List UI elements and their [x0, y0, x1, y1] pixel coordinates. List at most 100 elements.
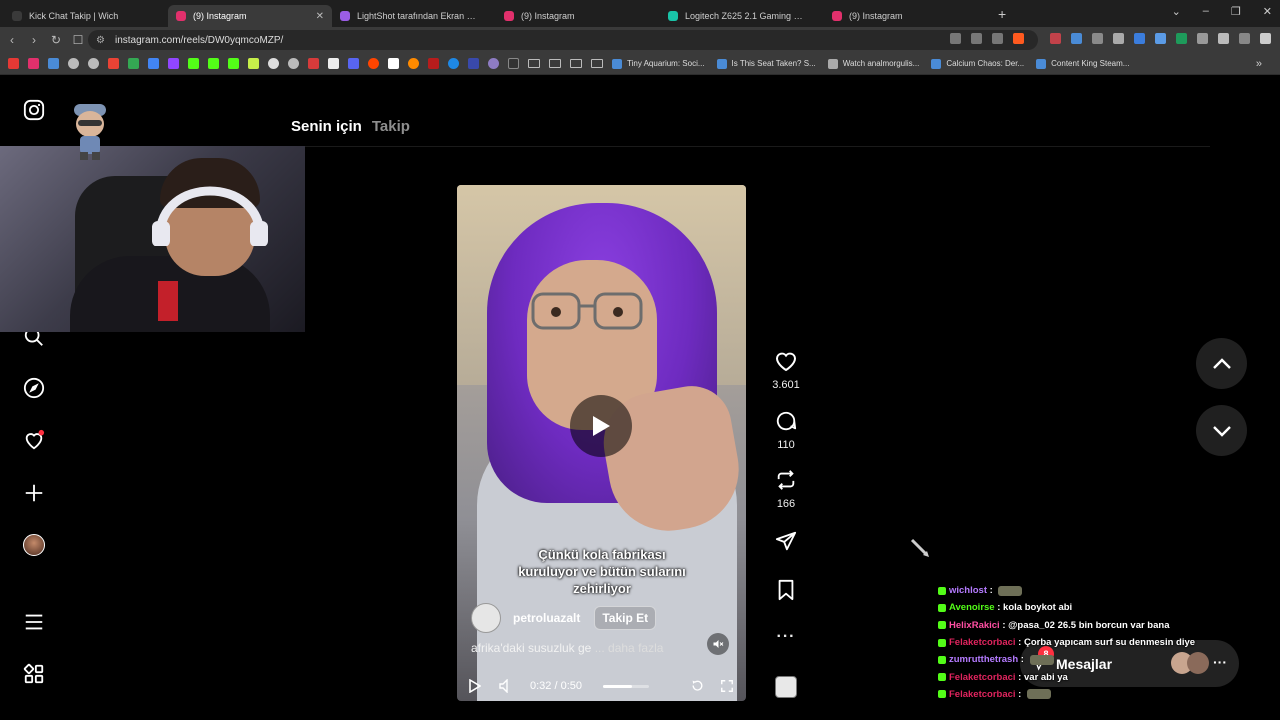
mute-button[interactable] — [707, 633, 729, 655]
chat-emote-icon — [1029, 654, 1054, 665]
bookmark-item[interactable]: Tiny Aquarium: Soci... — [612, 58, 705, 69]
more-menu-icon[interactable] — [22, 610, 46, 634]
brave-shield-icon[interactable] — [1013, 33, 1024, 44]
create-plus-icon[interactable] — [22, 481, 46, 505]
bookmark-favicon[interactable] — [68, 58, 79, 69]
forward-icon[interactable]: › — [24, 33, 44, 47]
minimize-button[interactable]: – — [1203, 5, 1209, 18]
new-tab-button[interactable]: + — [998, 6, 1006, 22]
browser-tab[interactable]: (9) Instagram ✕ — [168, 5, 332, 27]
browser-tab[interactable]: (9) Instagram — [824, 5, 988, 27]
bookmark-favicon[interactable] — [328, 58, 339, 69]
share-action[interactable] — [771, 530, 801, 557]
bookmark-favicon[interactable] — [488, 58, 499, 69]
url-field[interactable]: ⚙ instagram.com/reels/DW0yqmcoMZP/ — [88, 30, 1038, 50]
bookmark-favicon[interactable] — [8, 58, 19, 69]
extension-icon[interactable] — [1176, 33, 1187, 44]
video-progress-bar[interactable] — [603, 685, 649, 688]
fullscreen-icon[interactable] — [720, 679, 734, 693]
bookmark-item[interactable]: Watch analmorgulis... — [827, 58, 919, 69]
bookmark-favicon[interactable] — [408, 58, 419, 69]
previous-reel-button[interactable] — [1196, 338, 1247, 389]
extension-icon[interactable] — [1113, 33, 1124, 44]
bookmark-favicon[interactable] — [88, 58, 99, 69]
extension-icon[interactable] — [1155, 33, 1166, 44]
author-username[interactable]: petroluazalt — [513, 611, 580, 625]
also-from-meta-icon[interactable] — [22, 662, 46, 686]
bookmark-favicon[interactable] — [268, 58, 279, 69]
bookmark-item[interactable]: Is This Seat Taken? S... — [716, 58, 816, 69]
bookmark-favicon[interactable] — [348, 58, 359, 69]
more-options-icon[interactable]: ··· — [771, 628, 801, 646]
like-action[interactable]: 3.601 — [771, 350, 801, 391]
extension-icon[interactable] — [1134, 33, 1145, 44]
bookmark-favicon[interactable] — [288, 58, 299, 69]
bookmarks-overflow-icon[interactable]: » — [1256, 58, 1262, 70]
comment-action[interactable]: 110 — [771, 410, 801, 451]
maximize-button[interactable]: ❐ — [1231, 5, 1241, 18]
tab-for-you[interactable]: Senin için — [291, 118, 362, 135]
bookmark-favicon[interactable] — [388, 58, 399, 69]
bookmark-favicon[interactable] — [28, 58, 39, 69]
puzzle-icon[interactable] — [1218, 33, 1229, 44]
tab-following[interactable]: Takip — [372, 118, 410, 135]
bookmark-favicon[interactable] — [368, 58, 379, 69]
extension-icon[interactable] — [1092, 33, 1103, 44]
audio-thumbnail[interactable] — [775, 676, 797, 698]
bookmark-item[interactable]: Content King Steam... — [1036, 58, 1129, 69]
folder-icon[interactable] — [549, 59, 561, 68]
volume-icon[interactable] — [499, 679, 512, 693]
share-icon[interactable] — [992, 33, 1003, 44]
next-reel-button[interactable] — [1196, 405, 1247, 456]
play-overlay-button[interactable] — [570, 395, 632, 457]
bookmark-favicon[interactable] — [508, 58, 519, 69]
more-link[interactable]: ... daha fazla — [595, 641, 664, 655]
close-window-button[interactable]: ✕ — [1263, 5, 1272, 18]
bookmark-icon[interactable]: ☐ — [68, 33, 88, 47]
author-avatar[interactable] — [471, 603, 501, 633]
bookmark-favicon[interactable] — [148, 58, 159, 69]
sidebar-icon[interactable] — [1239, 33, 1250, 44]
bookmark-favicon[interactable] — [108, 58, 119, 69]
bookmark-favicon[interactable] — [168, 58, 179, 69]
instagram-logo-icon[interactable] — [22, 98, 46, 122]
cast-icon[interactable] — [950, 33, 961, 44]
browser-tab[interactable]: Kick Chat Takip | Wich — [4, 5, 168, 27]
profile-avatar[interactable] — [22, 533, 46, 557]
media-icon[interactable] — [1260, 33, 1271, 44]
repost-action[interactable]: 166 — [771, 469, 801, 510]
extension-icon[interactable] — [1197, 33, 1208, 44]
back-icon[interactable]: ‹ — [2, 33, 22, 47]
bookmark-favicon[interactable] — [48, 58, 59, 69]
bookmark-favicon[interactable] — [448, 58, 459, 69]
save-action[interactable] — [771, 579, 801, 606]
extension-icon[interactable] — [1050, 33, 1061, 44]
bookmark-favicon[interactable] — [308, 58, 319, 69]
tab-search-icon[interactable]: ⌄ — [1172, 5, 1181, 18]
bookmark-favicon[interactable] — [248, 58, 259, 69]
folder-icon[interactable] — [591, 59, 603, 68]
folder-icon[interactable] — [528, 59, 540, 68]
bookmark-favicon[interactable] — [228, 58, 239, 69]
browser-tab[interactable]: Logitech Z625 2.1 Gaming Speaker Sy — [660, 5, 824, 27]
bookmark-item[interactable]: Calcium Chaos: Der... — [931, 58, 1024, 69]
bookmark-favicon[interactable] — [208, 58, 219, 69]
explore-icon[interactable] — [22, 376, 46, 400]
browser-tab[interactable]: LightShot tarafından Ekran Görüntüsü — [332, 5, 496, 27]
notifications-heart-icon[interactable] — [22, 428, 46, 452]
close-tab-icon[interactable]: ✕ — [316, 11, 324, 22]
site-info-icon[interactable]: ⚙ — [96, 35, 105, 46]
replay-icon[interactable] — [691, 679, 704, 692]
reload-icon[interactable]: ↻ — [46, 33, 66, 47]
bookmark-favicon[interactable] — [188, 58, 199, 69]
play-control-icon[interactable] — [469, 679, 481, 693]
extension-icon[interactable] — [1071, 33, 1082, 44]
zoom-icon[interactable] — [971, 33, 982, 44]
bookmark-favicon[interactable] — [428, 58, 439, 69]
browser-tab[interactable]: (9) Instagram — [496, 5, 660, 27]
folder-icon[interactable] — [570, 59, 582, 68]
bookmark-favicon[interactable] — [468, 58, 479, 69]
bookmark-favicon[interactable] — [128, 58, 139, 69]
reel-video[interactable]: Çünkü kola fabrikası kuruluyor ve bütün … — [457, 185, 746, 701]
follow-button[interactable]: Takip Et — [594, 606, 657, 630]
